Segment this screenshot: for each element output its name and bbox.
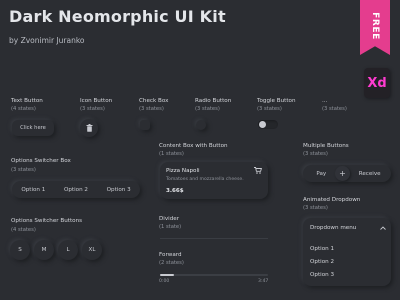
forward-track[interactable] (160, 274, 268, 276)
toggle-knob (259, 121, 266, 128)
chevron-up-icon[interactable] (380, 226, 386, 230)
dropdown-panel: Dropdown menu Option 1 Option 2 Option 3 (303, 218, 391, 286)
toggle-button-heading: Toggle Button (257, 98, 296, 104)
options-switcher-box-states: (3 states) (11, 167, 36, 173)
toggle-button-states: (3 states) (257, 106, 282, 112)
dropdown-menu-label[interactable]: Dropdown menu (310, 225, 356, 231)
more-heading: ... (322, 98, 328, 104)
more-states: (3 states) (322, 106, 347, 112)
receive-button[interactable]: Receive (359, 171, 381, 177)
content-item-price: 3.66$ (166, 188, 184, 194)
text-button[interactable]: Click here (12, 120, 54, 136)
author-credit: by Zvonimir Juranko (9, 36, 85, 45)
dropdown-option-2[interactable]: Option 2 (310, 259, 334, 265)
multiple-buttons-group: Pay + Receive (303, 165, 391, 182)
multiple-buttons-states: (3 states) (303, 151, 328, 157)
multiple-buttons-heading: Multiple Buttons (303, 143, 349, 149)
check-box-heading: Check Box (139, 98, 169, 104)
forward-progress-fill (160, 274, 175, 276)
switcher-option-3[interactable]: Option 3 (107, 187, 131, 193)
content-item-description: Tomatoes and mozzarella cheese. (166, 177, 244, 182)
content-box-states: (1 states) (159, 151, 184, 157)
switcher-option-2[interactable]: Option 2 (64, 187, 88, 193)
options-switcher-buttons-heading: Options Switcher Buttons (11, 218, 83, 224)
adobe-xd-icon: Xd (364, 68, 390, 98)
icon-button-heading: Icon Button (80, 98, 113, 104)
cart-icon[interactable] (254, 167, 262, 174)
dropdown-option-1[interactable]: Option 1 (310, 246, 334, 252)
add-button[interactable]: + (334, 166, 350, 181)
page-title: Dark Neomorphic UI Kit (9, 7, 226, 26)
free-ribbon: FREE (360, 0, 390, 55)
content-item-title: Pizza Napoli (166, 168, 200, 174)
options-switcher-buttons-states: (4 states) (11, 227, 36, 233)
size-button-m[interactable]: M (34, 240, 54, 260)
check-box-states: (3 states) (139, 106, 164, 112)
dropdown-option-3[interactable]: Option 3 (310, 272, 334, 278)
text-button-heading: Text Button (11, 98, 43, 104)
options-switcher-box-heading: Options Switcher Box (11, 158, 71, 164)
ribbon-label: FREE (370, 12, 380, 40)
divider-states: (1 state) (159, 224, 182, 230)
forward-time-start: 0:00 (159, 279, 170, 284)
forward-time-end: 3:47 (258, 279, 269, 284)
icon-button-states: (3 states) (80, 106, 105, 112)
size-button-xl[interactable]: XL (82, 240, 102, 260)
pay-button[interactable]: Pay (316, 171, 326, 177)
divider-heading: Divider (159, 216, 180, 222)
size-button-l[interactable]: L (58, 240, 78, 260)
icon-button[interactable] (80, 119, 98, 137)
size-button-s[interactable]: S (10, 240, 30, 260)
radio-button-heading: Radio Button (195, 98, 232, 104)
animated-dropdown-heading: Animated Dropdown (303, 197, 361, 203)
radio-button-states: (3 states) (195, 106, 220, 112)
check-box[interactable] (140, 120, 150, 130)
switcher-option-1[interactable]: Option 1 (21, 187, 45, 193)
trash-icon (86, 124, 92, 132)
divider-line (160, 238, 268, 239)
content-box-heading: Content Box with Button (159, 143, 228, 149)
forward-states: (2 states) (159, 260, 184, 266)
radio-button[interactable] (196, 120, 206, 130)
content-box: Pizza Napoli Tomatoes and mozzarella che… (160, 162, 268, 199)
xd-label: Xd (367, 75, 387, 91)
animated-dropdown-states: (3 states) (303, 205, 328, 211)
text-button-states: (4 states) (11, 106, 36, 112)
options-switcher-box: Option 1 Option 2 Option 3 (12, 181, 140, 198)
toggle-switch[interactable] (258, 120, 278, 129)
forward-heading: Forward (159, 252, 182, 258)
